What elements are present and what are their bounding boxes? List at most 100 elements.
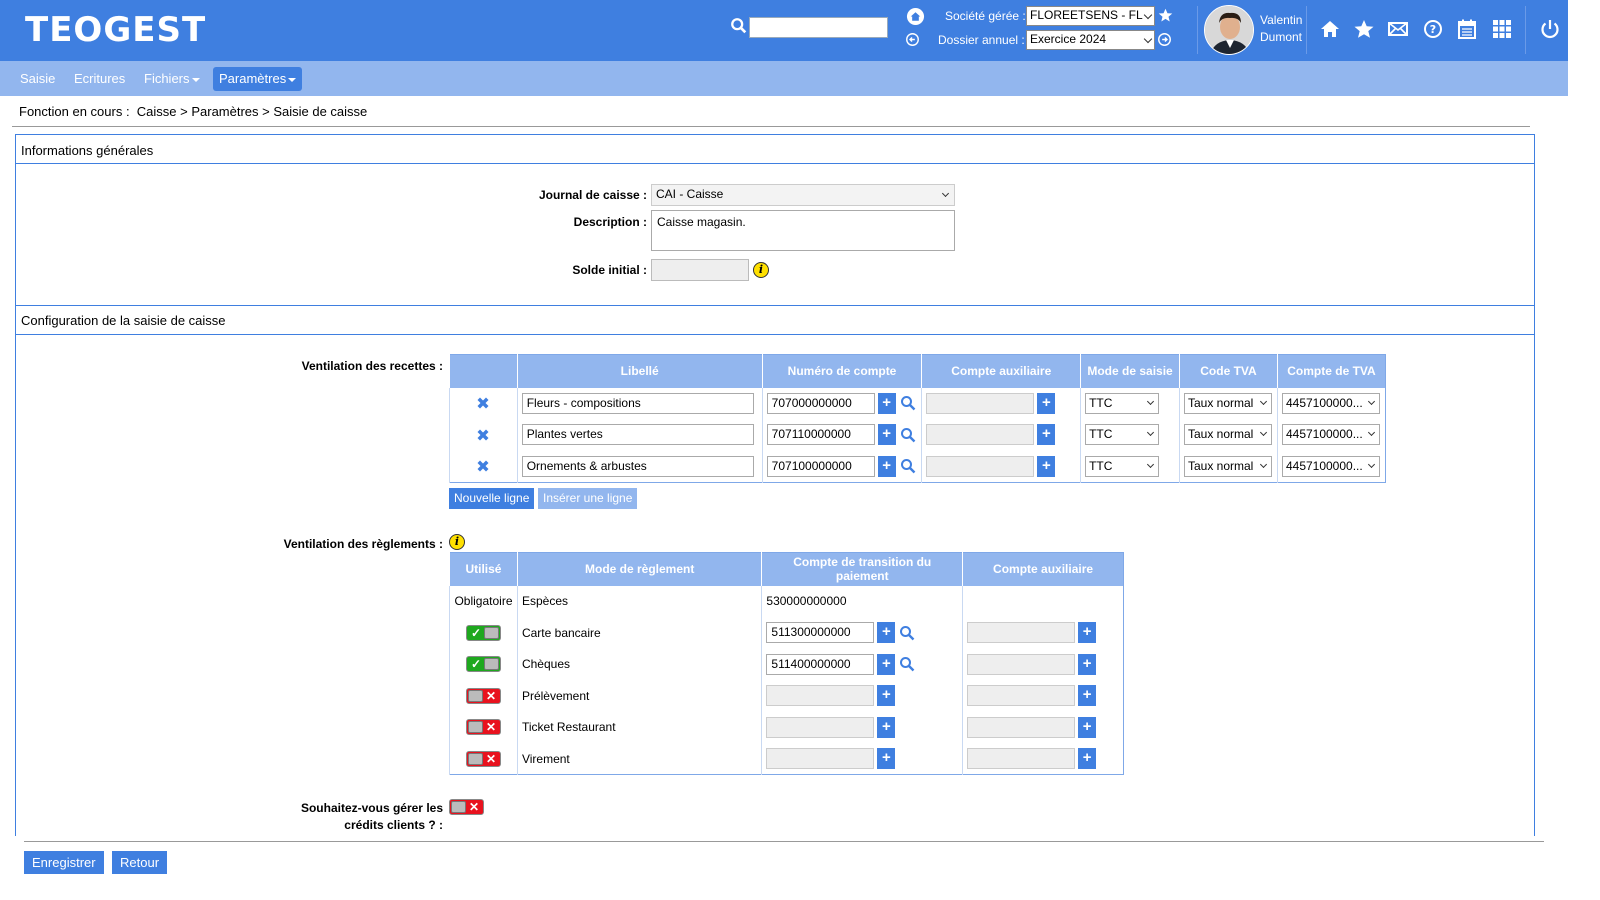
- compte-tva-value: 4457100000...: [1285, 427, 1363, 442]
- help-icon[interactable]: ?: [1422, 18, 1444, 40]
- compte-tva-select[interactable]: 4457100000...: [1281, 455, 1380, 477]
- add-aux-button[interactable]: +: [1078, 685, 1097, 707]
- compte-transition-input[interactable]: [766, 716, 875, 738]
- divider: [1525, 6, 1526, 54]
- breadcrumb: Fonction en cours : Caisse > Paramètres …: [19, 104, 368, 119]
- compte-aux-input[interactable]: [967, 748, 1076, 769]
- check-icon: ✓: [470, 657, 482, 672]
- star-favorite-icon[interactable]: [1158, 8, 1173, 23]
- chevron-down-icon: [1143, 34, 1153, 44]
- journal-select[interactable]: CAI - Caisse: [651, 184, 955, 206]
- add-compte-button[interactable]: +: [877, 748, 896, 769]
- add-compte-button[interactable]: +: [877, 392, 896, 414]
- mode-select[interactable]: TTC: [1085, 424, 1160, 446]
- menu-parametres[interactable]: Paramètres: [213, 67, 303, 91]
- utilise-toggle[interactable]: ✕: [465, 719, 501, 736]
- home-icon[interactable]: [1319, 18, 1341, 40]
- info-icon[interactable]: i: [753, 262, 769, 278]
- save-button[interactable]: Enregistrer: [24, 851, 104, 874]
- search-icon[interactable]: [899, 656, 915, 672]
- search-icon[interactable]: [730, 17, 748, 35]
- compte-transition-input[interactable]: 511400000000: [766, 653, 875, 675]
- add-compte-button[interactable]: +: [877, 653, 896, 675]
- divider: [1306, 6, 1307, 54]
- inserer-ligne-button[interactable]: Insérer une ligne: [538, 488, 638, 509]
- compte-aux-input[interactable]: [926, 455, 1035, 477]
- chevron-down-icon: [1259, 460, 1268, 468]
- reglements-table: Utilisé Mode de règlement Compte de tran…: [449, 552, 1124, 775]
- add-aux-button[interactable]: +: [1037, 455, 1056, 477]
- table-row: ✕ Virement + +: [449, 743, 1124, 775]
- compte-transition-input[interactable]: 511300000000: [766, 622, 875, 644]
- compte-input[interactable]: 707110000000: [766, 424, 875, 446]
- add-compte-button[interactable]: +: [877, 716, 896, 738]
- back-button[interactable]: Retour: [112, 851, 168, 874]
- compte-aux-input[interactable]: [926, 392, 1035, 414]
- description-textarea[interactable]: Caisse magasin.: [651, 210, 955, 251]
- add-aux-button[interactable]: +: [1078, 622, 1097, 644]
- add-aux-button[interactable]: +: [1078, 716, 1097, 738]
- utilise-toggle[interactable]: ✓: [465, 656, 501, 673]
- menu-saisie[interactable]: Saisie: [14, 67, 61, 91]
- info-icon[interactable]: i: [449, 534, 465, 550]
- compte-aux-input[interactable]: [967, 685, 1076, 707]
- search-icon[interactable]: [899, 625, 915, 641]
- delete-icon[interactable]: [475, 458, 491, 474]
- chevron-down-icon: [1143, 10, 1153, 20]
- compte-aux-input[interactable]: [967, 622, 1076, 644]
- nouvelle-ligne-button[interactable]: Nouvelle ligne: [449, 488, 535, 509]
- add-aux-button[interactable]: +: [1078, 653, 1097, 675]
- add-compte-button[interactable]: +: [877, 424, 896, 446]
- mode-select[interactable]: TTC: [1085, 392, 1160, 414]
- dossier-select[interactable]: Exercice 2024: [1026, 30, 1155, 50]
- calendar-icon[interactable]: [1456, 18, 1478, 40]
- delete-icon[interactable]: [475, 395, 491, 411]
- utilise-toggle[interactable]: ✓: [465, 624, 501, 641]
- search-icon[interactable]: [900, 427, 916, 443]
- arrow-right-icon[interactable]: [1158, 33, 1171, 46]
- delete-icon[interactable]: [475, 427, 491, 443]
- add-compte-button[interactable]: +: [877, 622, 896, 644]
- home-small-icon[interactable]: [906, 7, 925, 26]
- add-aux-button[interactable]: +: [1037, 392, 1056, 414]
- add-aux-button[interactable]: +: [1037, 424, 1056, 446]
- compte-input[interactable]: 707100000000: [766, 455, 875, 477]
- arrow-left-icon[interactable]: [906, 33, 919, 46]
- power-icon[interactable]: [1539, 18, 1561, 40]
- credits-toggle[interactable]: ✕: [449, 799, 484, 815]
- libelle-input[interactable]: Ornements & arbustes: [521, 455, 754, 477]
- search-input[interactable]: [749, 17, 888, 38]
- utilise-toggle[interactable]: ✕: [465, 687, 501, 704]
- star-icon[interactable]: [1353, 18, 1375, 40]
- compte-transition-input[interactable]: [766, 685, 875, 707]
- menu-ecritures[interactable]: Ecritures: [68, 67, 131, 91]
- add-compte-button[interactable]: +: [877, 455, 896, 477]
- solde-input[interactable]: [651, 259, 749, 281]
- compte-tva-select[interactable]: 4457100000...: [1281, 392, 1380, 414]
- compte-aux-input[interactable]: [967, 653, 1076, 675]
- col-header-compte-tva: Compte de TVA: [1276, 354, 1386, 388]
- apps-grid-icon[interactable]: [1491, 18, 1513, 40]
- search-icon[interactable]: [900, 458, 916, 474]
- avatar[interactable]: [1204, 5, 1254, 55]
- compte-input[interactable]: 707000000000: [766, 392, 875, 414]
- code-tva-select[interactable]: Taux normal: [1183, 392, 1272, 414]
- libelle-input[interactable]: Plantes vertes: [521, 424, 754, 446]
- compte-tva-select[interactable]: 4457100000...: [1281, 424, 1380, 446]
- compte-transition-input[interactable]: [766, 748, 875, 769]
- compte-aux-input[interactable]: [967, 716, 1076, 738]
- code-tva-select[interactable]: Taux normal: [1183, 455, 1272, 477]
- code-tva-select[interactable]: Taux normal: [1183, 424, 1272, 446]
- mail-icon[interactable]: [1387, 18, 1409, 40]
- utilise-toggle[interactable]: ✕: [465, 750, 501, 767]
- code-tva-value: Taux normal: [1187, 458, 1254, 473]
- societe-select[interactable]: FLOREETSENS - FL: [1026, 6, 1155, 26]
- toggle-knob: [467, 689, 483, 702]
- menu-fichiers[interactable]: Fichiers: [138, 67, 206, 91]
- libelle-input[interactable]: Fleurs - compositions: [521, 392, 754, 414]
- add-aux-button[interactable]: +: [1078, 748, 1097, 769]
- mode-select[interactable]: TTC: [1085, 455, 1160, 477]
- add-compte-button[interactable]: +: [877, 685, 896, 707]
- search-icon[interactable]: [900, 395, 916, 411]
- compte-aux-input[interactable]: [926, 424, 1035, 446]
